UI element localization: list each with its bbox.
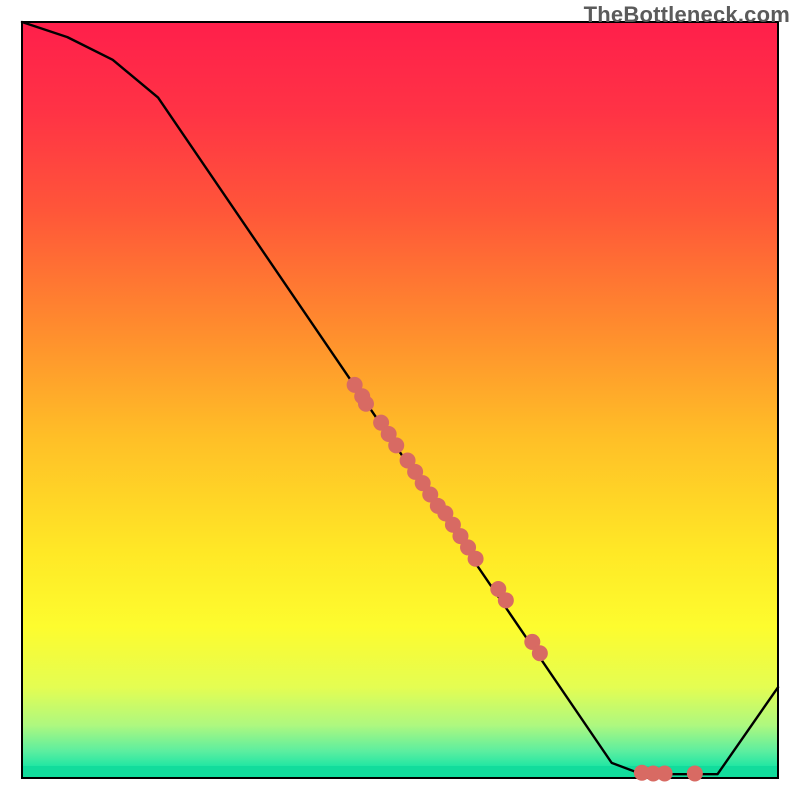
chart-stage: TheBottleneck.com (0, 0, 800, 800)
bottleneck-chart (0, 0, 800, 800)
watermark-label: TheBottleneck.com (584, 2, 790, 28)
